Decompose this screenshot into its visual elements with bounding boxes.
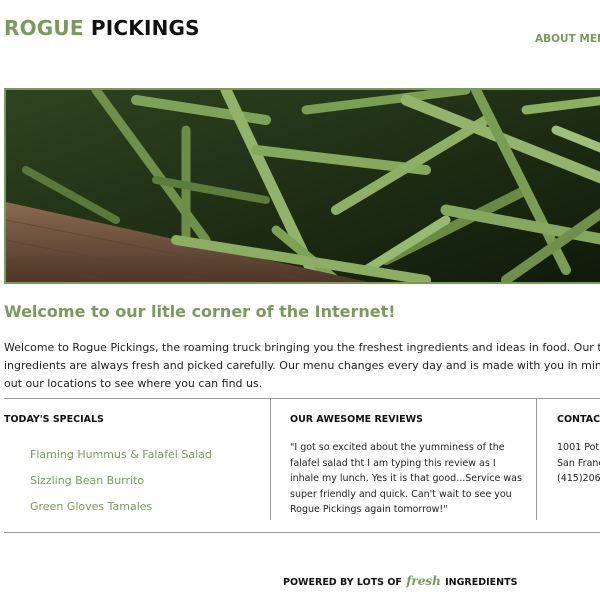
green-beans-image [6,90,600,282]
intro-line: Welcome to Rogue Pickings, the roaming t… [4,341,600,354]
contact-city-line: San Franc [557,457,600,469]
logo-word-rogue: ROGUE [4,16,84,40]
specials-list: Flaming Hummus & Falafel Salad Sizzling … [30,447,212,525]
column-divider-2 [536,398,537,520]
footer-suffix: INGREDIENTS [445,577,518,588]
section-divider-top [4,398,600,399]
contact-address-line: 1001 Potre [557,442,600,453]
intro-line: out our locations to see where you can f… [4,377,263,390]
reviews-heading: OUR AWESOME REVIEWS [290,414,423,425]
intro-line: ingredients are always fresh and picked … [4,359,600,372]
nav-about-menu[interactable]: ABOUT MENU [535,33,600,45]
review-line: "I got so excited about the yumminess of… [290,442,505,453]
special-item[interactable]: Flaming Hummus & Falafel Salad [30,447,212,473]
hero-image [4,88,600,284]
footer-fresh-word: fresh [406,574,441,588]
contact-info: 1001 Potre San Franc (415)206- [557,440,600,487]
footer-prefix: POWERED BY LOTS OF [283,577,402,588]
special-item[interactable]: Sizzling Bean Burrito [30,473,212,499]
footer-tagline: POWERED BY LOTS OF fresh INGREDIENTS [283,574,517,588]
special-item[interactable]: Green Gloves Tamales [30,499,212,525]
specials-heading: TODAY'S SPECIALS [4,414,104,425]
review-line: super friendly and quick. Can't wait to … [290,488,512,500]
intro-paragraph: Welcome to Rogue Pickings, the roaming t… [4,339,600,393]
contact-phone-line[interactable]: (415)206- [557,471,600,487]
review-line: Rogue Pickings again tomorrow!" [290,504,448,515]
welcome-heading: Welcome to our litle corner of the Inter… [4,302,396,321]
review-line: inhale my lunch. Yes it is that good...S… [290,473,522,484]
review-line: falafel salad tht I am typing this revie… [290,457,496,469]
column-divider-1 [270,398,271,520]
logo-word-pickings: PICKINGS [90,16,200,40]
section-divider-bottom [4,532,600,533]
site-logo[interactable]: ROGUE PICKINGS [4,16,200,40]
contact-heading: CONTACT [557,414,600,425]
review-quote: "I got so excited about the yumminess of… [290,440,530,518]
